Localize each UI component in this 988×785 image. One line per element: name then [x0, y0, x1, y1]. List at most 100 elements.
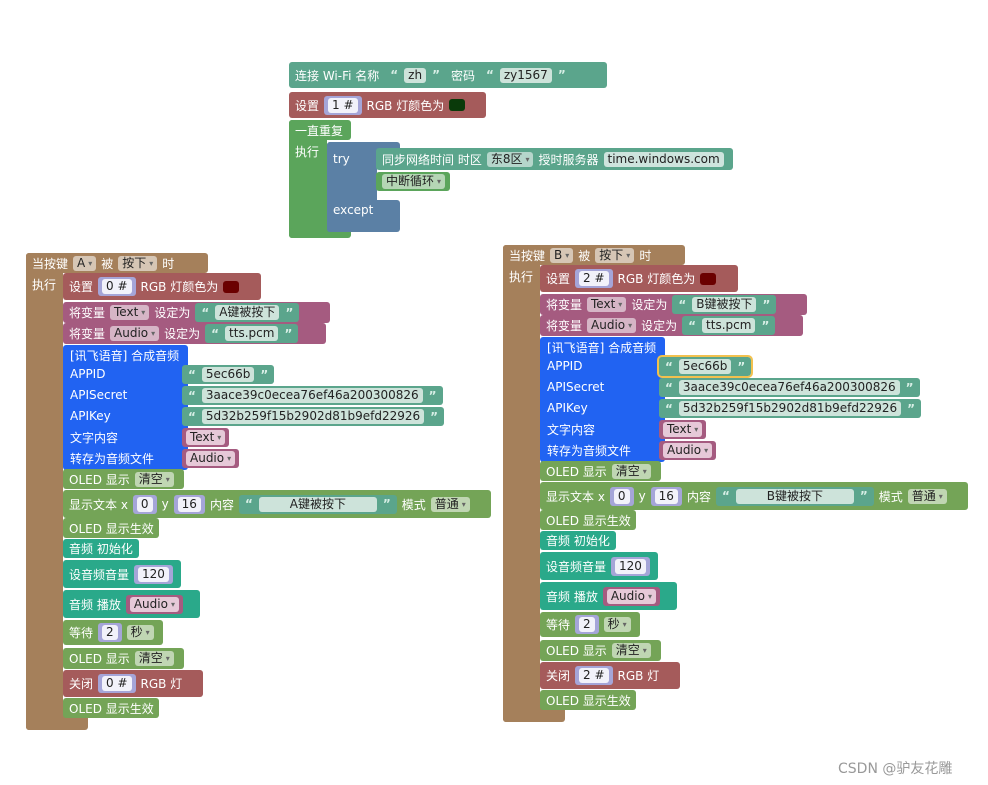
oled-apply-block[interactable]: OLED 显示生效	[540, 690, 636, 710]
number-field[interactable]: 0 #	[102, 676, 132, 691]
number-block[interactable]: 1 #	[324, 95, 362, 115]
number-field[interactable]: 0	[136, 496, 153, 512]
number-field[interactable]: 16	[654, 488, 678, 504]
number-field[interactable]: 0	[613, 488, 630, 504]
text-var-input[interactable]: Text ▾	[182, 427, 230, 448]
dropdown[interactable]: 秒 ▾	[126, 625, 154, 640]
appid-input[interactable]: “ 5ec66b ”	[182, 364, 275, 385]
apisecret-input[interactable]: “ 3aace39c0ecea76ef46a200300826 ”	[182, 385, 443, 406]
string-field[interactable]: zy1567	[499, 67, 552, 83]
dropdown[interactable]: 普通 ▾	[430, 496, 470, 512]
string-block[interactable]: “ 5d32b259f15b2902d81b9efd22926 ”	[659, 399, 922, 418]
rgb-off-block[interactable]: 关闭 2 # RGB 灯	[540, 662, 680, 689]
number-field[interactable]: 2 #	[579, 271, 609, 286]
text-var-input[interactable]: Text ▾	[659, 419, 707, 440]
number-block[interactable]: 16	[173, 494, 205, 514]
dropdown[interactable]: Text ▾	[186, 430, 226, 445]
string-field[interactable]: 3aace39c0ecea76ef46a200300826	[678, 380, 900, 395]
number-block[interactable]: 0	[132, 494, 157, 514]
oled-show-text-block[interactable]: 显示文本 x 0 y 16 内容 “ B键被按下 ” 模式 普通 ▾	[540, 482, 968, 510]
set-rgb-block[interactable]: 设置 2 # RGB 灯颜色为	[540, 265, 738, 292]
number-field[interactable]: 2	[579, 617, 595, 632]
set-variable-text-block[interactable]: 将变量 Text ▾ 设定为 “ B键被按下 ”	[540, 294, 807, 315]
audio-play-block[interactable]: 音频 播放 Audio ▾	[540, 582, 677, 610]
string-block[interactable]: “ zh ”	[384, 65, 446, 85]
oled-clear-block[interactable]: OLED 显示 清空 ▾	[63, 469, 184, 489]
set-variable-audio-block[interactable]: 将变量 Audio ▾ 设定为 “ tts.pcm ”	[540, 315, 803, 336]
string-block[interactable]: “ 5d32b259f15b2902d81b9efd22926 ”	[182, 407, 445, 426]
dropdown[interactable]: B ▾	[550, 247, 574, 263]
dropdown[interactable]: Text ▾	[663, 422, 703, 437]
color-swatch[interactable]	[700, 272, 717, 285]
string-field[interactable]: 5d32b259f15b2902d81b9efd22926	[678, 401, 902, 416]
rgb-off-block[interactable]: 关闭 0 # RGB 灯	[63, 670, 203, 697]
dropdown[interactable]: 清空 ▾	[134, 471, 174, 487]
string-block[interactable]: “ B键被按下 ”	[715, 486, 874, 506]
break-loop-block[interactable]: 中断循环 ▾	[376, 172, 450, 191]
variable-get-block[interactable]: Audio ▾	[182, 449, 240, 468]
string-block[interactable]: “ A键被按下 ”	[195, 303, 300, 322]
set-rgb-block[interactable]: 设置 1 # RGB 灯颜色为	[289, 92, 486, 118]
oled-clear-block[interactable]: OLED 显示 清空 ▾	[540, 461, 661, 481]
audio-var-input[interactable]: Audio ▾	[182, 448, 240, 469]
dropdown[interactable]: Audio ▾	[606, 588, 656, 604]
string-field[interactable]: 5d32b259f15b2902d81b9efd22926	[201, 409, 425, 424]
number-field[interactable]: 2 #	[579, 668, 609, 683]
string-block[interactable]: “ tts.pcm ”	[205, 324, 299, 343]
dropdown[interactable]: Audio ▾	[663, 443, 713, 458]
string-block[interactable]: “ 5ec66b ”	[656, 355, 754, 378]
color-swatch[interactable]	[223, 280, 240, 293]
event-body[interactable]	[26, 253, 63, 730]
variable-get-block[interactable]: Audio ▾	[602, 586, 660, 606]
string-block[interactable]: “ tts.pcm ”	[682, 316, 776, 335]
oled-apply-block[interactable]: OLED 显示生效	[63, 698, 159, 718]
audio-volume-block[interactable]: 设音频音量 120	[540, 552, 658, 580]
string-field[interactable]: 3aace39c0ecea76ef46a200300826	[201, 388, 423, 403]
wait-block[interactable]: 等待 2 秒 ▾	[540, 612, 640, 637]
string-block[interactable]: “ 3aace39c0ecea76ef46a200300826 ”	[182, 386, 443, 405]
string-field[interactable]: tts.pcm	[225, 326, 279, 341]
event-body[interactable]	[503, 245, 540, 722]
wait-block[interactable]: 等待 2 秒 ▾	[63, 620, 163, 645]
variable-get-block[interactable]: Text ▾	[182, 428, 230, 447]
set-rgb-block[interactable]: 设置 0 # RGB 灯颜色为	[63, 273, 261, 300]
string-field[interactable]: 5ec66b	[201, 367, 255, 382]
number-field[interactable]: 0 #	[102, 279, 132, 294]
string-field[interactable]: B键被按下	[692, 297, 757, 312]
dropdown[interactable]: 清空 ▾	[611, 643, 651, 658]
number-block[interactable]: 120	[134, 564, 173, 584]
dropdown[interactable]: Audio ▾	[129, 596, 179, 612]
variable-get-block[interactable]: Audio ▾	[659, 441, 717, 460]
dropdown[interactable]: 中断循环 ▾	[382, 174, 446, 189]
number-field[interactable]: 1 #	[328, 97, 358, 113]
apikey-input[interactable]: “ 5d32b259f15b2902d81b9efd22926 ”	[659, 398, 922, 419]
dropdown[interactable]: 按下 ▾	[595, 247, 635, 263]
string-field[interactable]: tts.pcm	[702, 318, 756, 333]
number-field[interactable]: 2	[102, 625, 118, 640]
string-block[interactable]: “ 5ec66b ”	[182, 365, 275, 384]
dropdown[interactable]: 普通 ▾	[907, 488, 947, 504]
set-variable-audio-block[interactable]: 将变量 Audio ▾ 设定为 “ tts.pcm ”	[63, 323, 326, 344]
number-field[interactable]: 120	[615, 558, 646, 574]
number-block[interactable]: 0 #	[98, 277, 136, 296]
dropdown[interactable]: Text ▾	[587, 297, 627, 312]
string-field[interactable]: 5ec66b	[678, 359, 732, 374]
oled-clear-block[interactable]: OLED 显示 清空 ▾	[63, 648, 184, 669]
button-event-block[interactable]: 当按键 B ▾ 被按下 ▾ 时	[503, 245, 685, 265]
dropdown[interactable]: Text ▾	[110, 305, 150, 320]
color-swatch[interactable]	[449, 99, 466, 111]
number-block[interactable]: 2 #	[575, 269, 613, 288]
dropdown[interactable]: A ▾	[73, 255, 97, 271]
variable-get-block[interactable]: Audio ▾	[125, 594, 183, 614]
oled-show-text-block[interactable]: 显示文本 x 0 y 16 内容 “ A键被按下 ” 模式 普通 ▾	[63, 490, 491, 518]
dropdown[interactable]: Audio ▾	[587, 318, 637, 333]
oled-apply-block[interactable]: OLED 显示生效	[540, 510, 636, 530]
string-field[interactable]: B键被按下	[735, 488, 854, 504]
dropdown[interactable]: Audio ▾	[110, 326, 160, 341]
audio-init-block[interactable]: 音频 初始化	[63, 539, 139, 558]
dropdown[interactable]: 清空 ▾	[611, 463, 651, 479]
apikey-input[interactable]: “ 5d32b259f15b2902d81b9efd22926 ”	[182, 406, 445, 427]
string-field[interactable]: zh	[404, 67, 427, 83]
string-block[interactable]: “ zy1567 ”	[479, 65, 572, 85]
number-block[interactable]: 0	[609, 486, 634, 506]
